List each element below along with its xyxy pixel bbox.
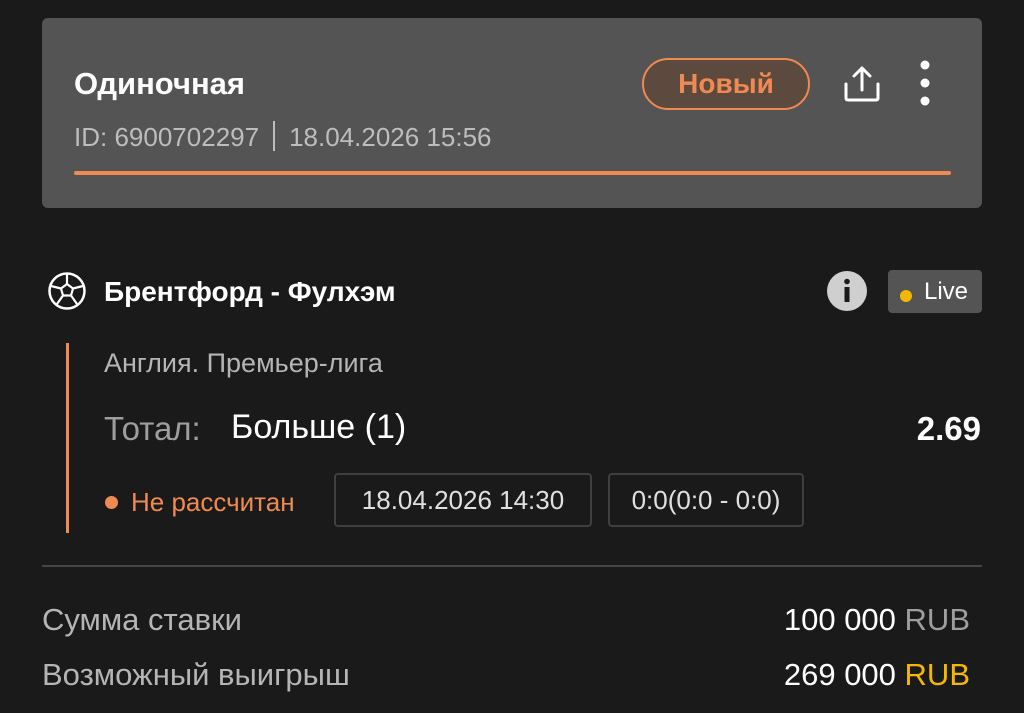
- bet-header-card: Одиночная Новый ID: 6900702297 18.04.2026…: [42, 18, 982, 208]
- stake-currency: RUB: [904, 602, 970, 637]
- section-divider: [42, 565, 982, 567]
- soccer-ball-icon: [48, 272, 86, 310]
- live-indicator-dot: [900, 290, 912, 302]
- share-icon: [844, 66, 880, 102]
- bet-id-label: ID:: [74, 122, 108, 152]
- selection-accent-line: [66, 343, 69, 533]
- more-options-button[interactable]: [908, 58, 942, 108]
- stake-value: 100 000 RUB: [784, 602, 970, 638]
- share-button[interactable]: [840, 62, 884, 106]
- live-label: Live: [924, 278, 969, 305]
- header-accent-line: [74, 171, 951, 175]
- stake-amount: 100 000: [783, 602, 896, 637]
- bet-datetime: 18.04.2026 15:56: [289, 122, 492, 152]
- live-badge: Live: [888, 270, 982, 313]
- settle-status: Не рассчитан: [131, 487, 295, 517]
- odds-value: 2.69: [916, 410, 981, 447]
- settle-status-dot: [105, 496, 118, 509]
- event-score: 0:0(0:0 - 0:0): [608, 473, 804, 527]
- market-selection: Больше (1): [231, 408, 407, 446]
- info-icon[interactable]: [826, 270, 868, 312]
- meta-divider: [273, 121, 276, 152]
- stake-label: Сумма ставки: [42, 602, 242, 637]
- possible-win-currency: RUB: [904, 657, 970, 692]
- possible-win-value: 269 000 RUB: [784, 657, 970, 693]
- status-badge: Новый: [642, 58, 810, 110]
- more-vertical-icon: [920, 60, 930, 106]
- event-title: Брентфорд - Фулхэм: [104, 276, 396, 307]
- event-start-time: 18.04.2026 14:30: [334, 473, 592, 527]
- possible-win-label: Возможный выигрыш: [42, 657, 350, 692]
- bet-type-title: Одиночная: [74, 66, 246, 101]
- bet-meta: ID: 6900702297 18.04.2026 15:56: [74, 121, 492, 154]
- possible-win-amount: 269 000: [783, 657, 896, 692]
- market-label: Тотал:: [104, 410, 201, 447]
- bet-id: 6900702297: [114, 122, 260, 152]
- league-name: Англия. Премьер-лига: [104, 348, 383, 378]
